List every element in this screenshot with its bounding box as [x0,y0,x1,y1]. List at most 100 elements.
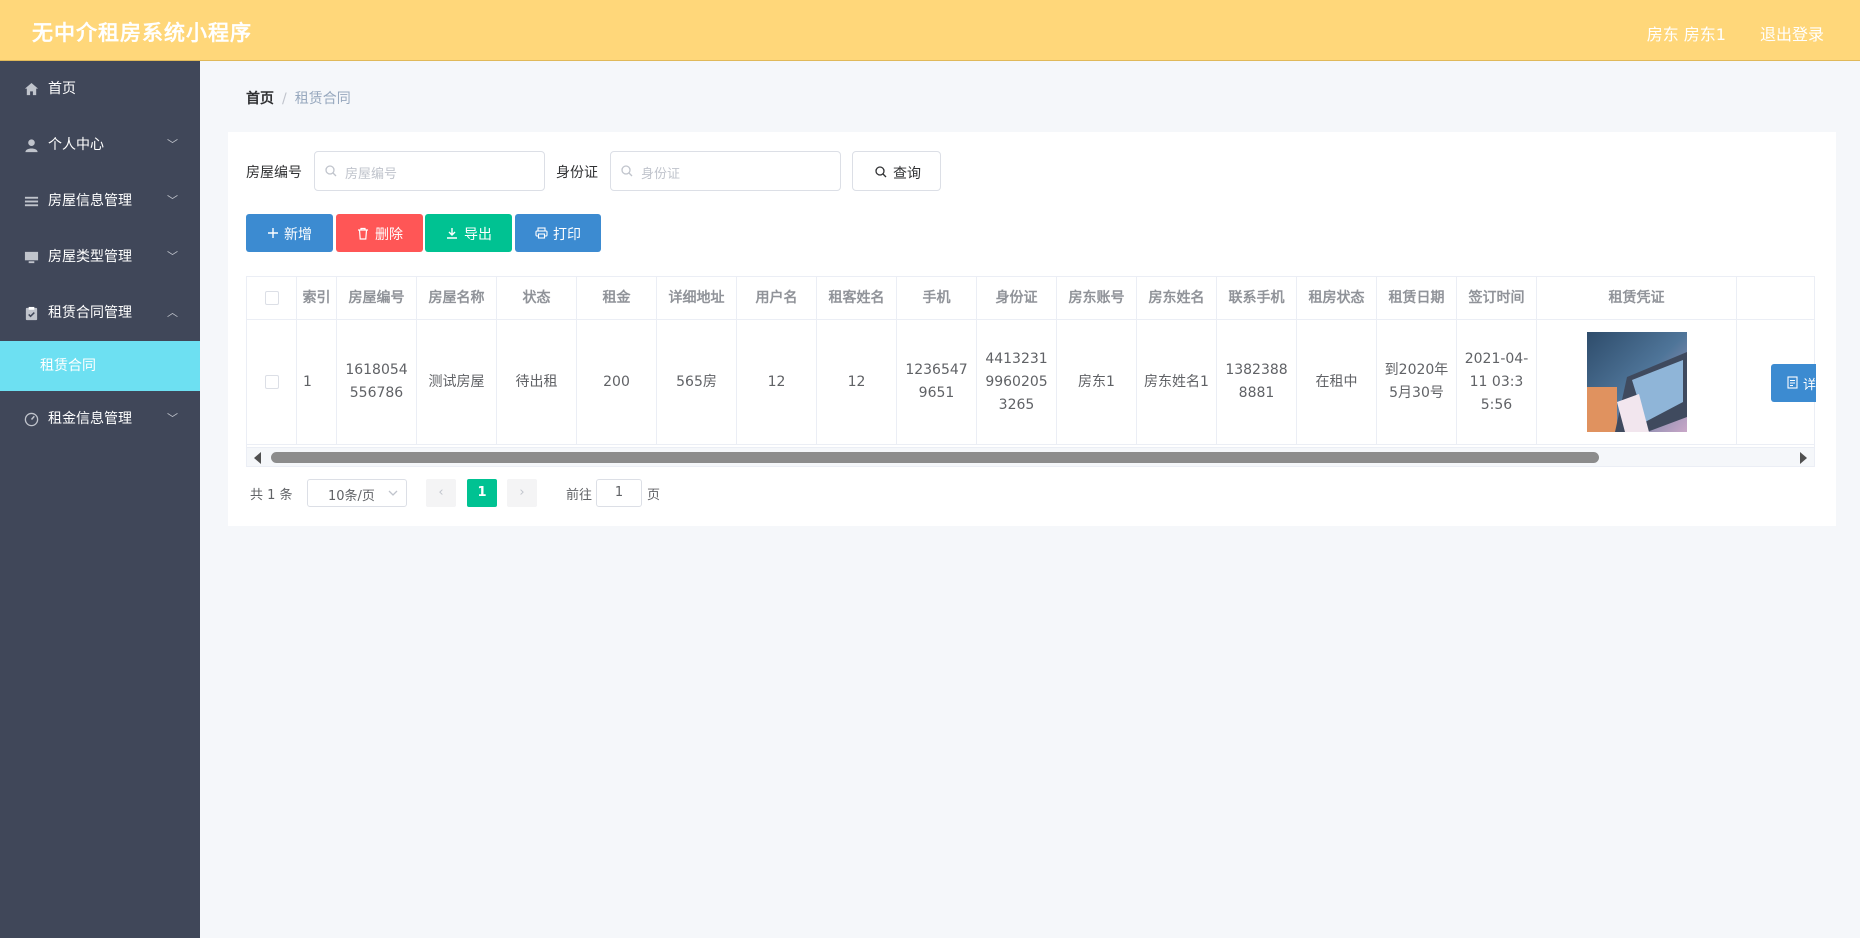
house-no-input[interactable]: 房屋编号 [314,151,545,191]
goto-label: 前往 [566,488,593,503]
add-button-label: 新增 [284,227,312,243]
query-button[interactable]: 查询 [852,151,941,191]
search-icon [621,165,633,177]
chevron-down-icon [388,490,398,496]
next-page-button[interactable]: › [507,479,537,507]
sidebar-item-label: 房屋类型管理 [48,249,132,265]
app-title: 无中介租房系统小程序 [32,21,252,45]
add-button[interactable]: 新增 [246,214,333,252]
sidebar-item-house-info[interactable]: 房屋信息管理 ﹀ [0,173,200,229]
table-cell: 待出租 [497,320,577,445]
scroll-right-icon[interactable] [1800,452,1807,464]
search-icon [875,166,887,178]
sidebar-item-label: 租金信息管理 [48,411,132,427]
breadcrumb-separator: / [282,91,287,107]
page-suffix-label: 页 [647,488,661,503]
column-header[interactable]: 租赁凭证 [1537,277,1737,320]
clipboard-icon [25,306,38,321]
logout-link[interactable]: 退出登录 [1760,21,1824,45]
print-button[interactable]: 打印 [515,214,601,252]
goto-page-input[interactable]: 1 [596,479,642,507]
table-cell: 200 [577,320,657,445]
id-card-label: 身份证 [556,165,598,181]
column-header[interactable]: 用户名 [737,277,817,320]
column-header[interactable]: 租金 [577,277,657,320]
column-header[interactable]: 房屋编号 [337,277,417,320]
table-cell: 12 [817,320,897,445]
breadcrumb-current: 租赁合同 [294,91,351,107]
contract-table: 索引 房屋编号 房屋名称 状态 租金 详细地址 用户名 租客姓名 手机 身份证 … [246,276,1815,467]
table-cell: 12 [737,320,817,445]
id-card-input[interactable]: 身份证 [610,151,841,191]
list-icon [24,196,39,207]
chevron-down-icon: ﹀ [167,412,178,425]
column-header[interactable]: 身份证 [977,277,1057,320]
id-card-placeholder: 身份证 [641,167,681,182]
detail-button[interactable]: 详 [1771,364,1816,402]
column-header[interactable]: 签订时间 [1457,277,1537,320]
table-cell: 565房 [657,320,737,445]
column-header[interactable]: 详细地址 [657,277,737,320]
table-cell: 2021-04-11 03:35:56 [1457,320,1537,445]
document-icon [1787,376,1798,389]
row-checkbox[interactable] [264,375,279,389]
breadcrumb-home[interactable]: 首页 [246,91,274,107]
pagination-total: 共 1 条 [250,488,293,503]
chevron-down-icon: ﹀ [167,138,178,151]
scrollbar-thumb[interactable] [271,452,1599,463]
table-cell: 1618054556786 [337,320,417,445]
export-button[interactable]: 导出 [425,214,512,252]
column-header[interactable]: 租房状态 [1297,277,1377,320]
home-icon [24,82,39,96]
breadcrumb: 首页 / 租赁合同 [246,88,351,108]
scroll-left-icon[interactable] [254,452,261,464]
table-cell-voucher [1537,320,1737,445]
select-all-header [247,277,297,320]
column-header[interactable]: 房屋名称 [417,277,497,320]
delete-button-label: 删除 [375,227,403,243]
table-cell: 13823888881 [1217,320,1297,445]
print-button-label: 打印 [553,227,581,243]
table-cell: 441323199602053265 [977,320,1057,445]
table-cell: 12365479651 [897,320,977,445]
column-header[interactable]: 联系手机 [1217,277,1297,320]
download-icon [447,228,457,239]
column-header[interactable]: 手机 [897,277,977,320]
lease-voucher-image[interactable] [1586,332,1687,432]
prev-page-button[interactable]: ‹ [426,479,456,507]
sidebar-item-label: 首页 [48,81,76,97]
column-header[interactable]: 租客姓名 [817,277,897,320]
sidebar-item-rent-info[interactable]: 租金信息管理 ﹀ [0,391,200,447]
page-size-select[interactable]: 10条/页 [307,479,407,507]
delete-button[interactable]: 删除 [336,214,423,252]
monitor-icon [24,251,39,264]
search-icon [325,165,337,177]
table-row-select [247,320,297,445]
query-button-label: 查询 [893,166,921,182]
chevron-down-icon: ﹀ [167,250,178,263]
select-all-checkbox[interactable] [264,291,279,305]
sidebar: 首页 个人中心 ﹀ 房屋信息管理 ﹀ 房屋类型管理 ﹀ 租赁合同管理 ︿ 租赁合… [0,61,200,938]
table-cell: 1 [297,320,337,445]
printer-icon [535,227,548,239]
house-no-placeholder: 房屋编号 [345,167,398,182]
horizontal-scrollbar[interactable] [247,447,1814,466]
column-header[interactable]: 索引 [297,277,337,320]
sidebar-subitem-lease-contract[interactable]: 租赁合同 [0,341,200,391]
column-header[interactable]: 房东姓名 [1137,277,1217,320]
table-cell: 房东1 [1057,320,1137,445]
sidebar-item-home[interactable]: 首页 [0,61,200,117]
chevron-up-icon: ︿ [167,306,178,319]
sidebar-item-personal-center[interactable]: 个人中心 ﹀ [0,117,200,173]
column-header[interactable]: 租赁日期 [1377,277,1457,320]
detail-button-label: 详 [1803,378,1816,393]
page-number-button[interactable]: 1 [467,479,497,507]
column-header-actions [1737,277,1814,320]
trash-icon [358,227,368,240]
column-header[interactable]: 状态 [497,277,577,320]
column-header[interactable]: 房东账号 [1057,277,1137,320]
page-size-value: 10条/页 [328,489,375,504]
sidebar-item-lease-contract[interactable]: 租赁合同管理 ︿ [0,285,200,341]
detail-button-clip: 详 [1771,364,1816,404]
sidebar-item-house-type[interactable]: 房屋类型管理 ﹀ [0,229,200,285]
